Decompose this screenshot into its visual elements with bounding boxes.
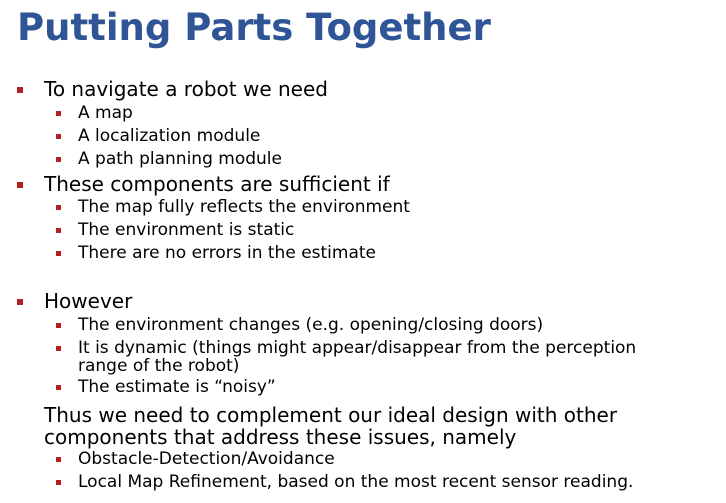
- bullet-marker: [17, 87, 23, 93]
- bullet-level1: These components are sufficient if: [44, 172, 390, 196]
- conclusion-line: components that address these issues, na…: [44, 425, 517, 449]
- bullet-level2-continuation: range of the robot): [78, 356, 240, 376]
- bullet-level2: There are no errors in the estimate: [78, 243, 376, 263]
- bullet-level1: However: [44, 289, 133, 313]
- bullet-level2: The environment changes (e.g. opening/cl…: [78, 315, 544, 335]
- bullet-marker: [56, 157, 61, 162]
- bullet-marker: [56, 205, 61, 210]
- bullet-level2: Obstacle-Detection/Avoidance: [78, 449, 335, 469]
- bullet-marker: [56, 480, 61, 485]
- bullet-level2: The environment is static: [78, 220, 295, 240]
- bullet-level2: A map: [78, 103, 133, 123]
- bullet-level2: The map fully reflects the environment: [78, 197, 410, 217]
- bullet-marker: [56, 323, 61, 328]
- bullet-marker: [56, 346, 61, 351]
- bullet-level2: A localization module: [78, 126, 261, 146]
- bullet-marker: [17, 182, 23, 188]
- bullet-marker: [56, 251, 61, 256]
- bullet-level2: The estimate is “noisy”: [78, 377, 276, 397]
- conclusion-line: Thus we need to complement our ideal des…: [44, 403, 618, 427]
- bullet-marker: [56, 134, 61, 139]
- bullet-marker: [56, 111, 61, 116]
- slide-title: Putting Parts Together: [17, 6, 491, 49]
- bullet-marker: [56, 457, 61, 462]
- bullet-marker: [17, 299, 23, 305]
- bullet-level1: To navigate a robot we need: [44, 77, 328, 101]
- bullet-level2: Local Map Refinement, based on the most …: [78, 472, 634, 492]
- bullet-marker: [56, 385, 61, 390]
- bullet-marker: [56, 228, 61, 233]
- bullet-level2: A path planning module: [78, 149, 282, 169]
